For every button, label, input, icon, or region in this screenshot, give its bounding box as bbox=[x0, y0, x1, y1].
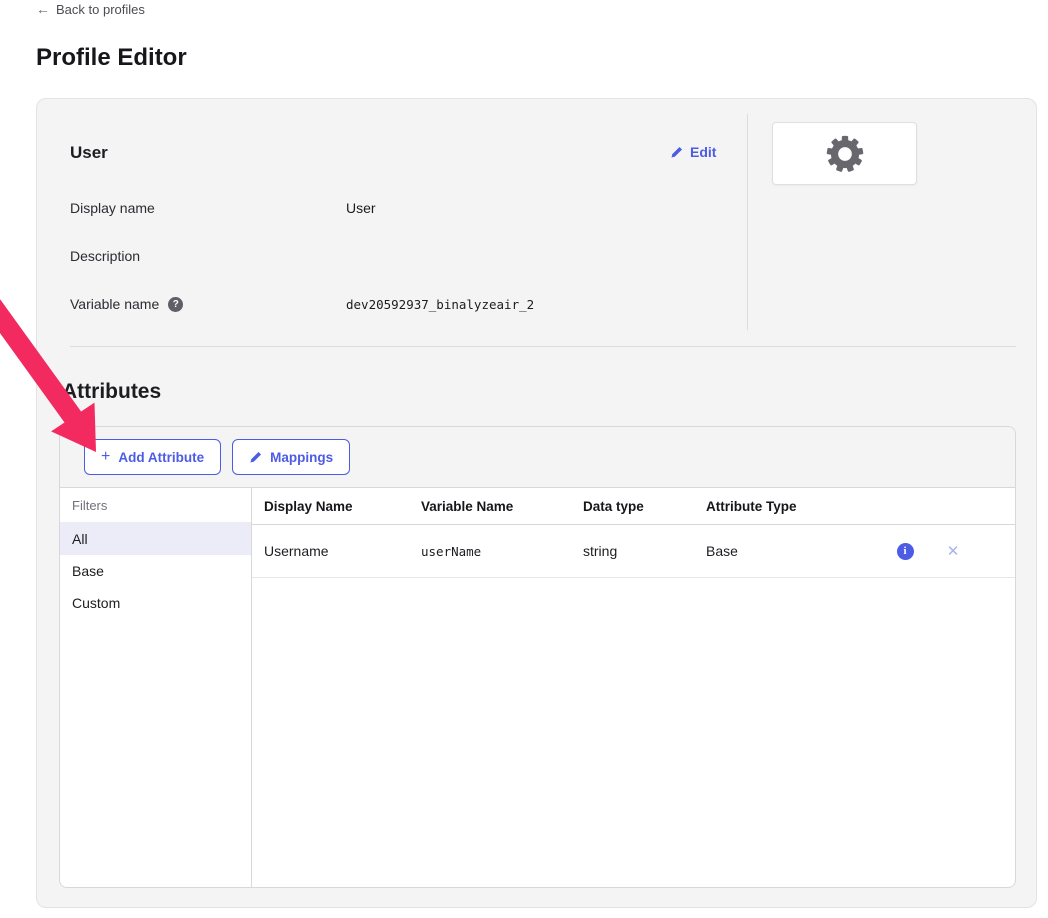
cell-display-name: Username bbox=[264, 543, 421, 559]
add-attribute-label: Add Attribute bbox=[118, 450, 204, 465]
description-row: Description bbox=[70, 248, 534, 264]
plus-icon: + bbox=[101, 449, 110, 465]
mappings-pencil-icon bbox=[249, 451, 262, 464]
attributes-toolbar: + Add Attribute Mappings bbox=[60, 427, 1015, 488]
add-attribute-button[interactable]: + Add Attribute bbox=[84, 439, 221, 475]
back-to-profiles-link[interactable]: ← Back to profiles bbox=[36, 1, 145, 17]
attributes-section-title: Attributes bbox=[62, 380, 161, 404]
edit-pencil-icon bbox=[670, 146, 683, 159]
column-header-display-name: Display Name bbox=[264, 499, 421, 514]
page-title: Profile Editor bbox=[36, 44, 187, 72]
display-name-label: Display name bbox=[70, 200, 346, 216]
back-arrow-icon: ← bbox=[36, 1, 50, 17]
table-header-row: Display Name Variable Name Data type Att… bbox=[252, 488, 1015, 525]
display-name-value: User bbox=[346, 200, 376, 216]
display-name-label-text: Display name bbox=[70, 200, 155, 216]
info-icon[interactable]: i bbox=[897, 543, 914, 560]
attributes-body: Filters All Base Custom Display Name Var… bbox=[60, 488, 1015, 887]
filter-item-all[interactable]: All bbox=[60, 523, 251, 555]
filters-sidebar: Filters All Base Custom bbox=[60, 488, 252, 887]
vertical-divider bbox=[747, 114, 748, 330]
mappings-button[interactable]: Mappings bbox=[232, 439, 350, 475]
cell-attribute-type: Base bbox=[706, 543, 881, 559]
cell-data-type: string bbox=[583, 543, 706, 559]
help-icon[interactable]: ? bbox=[168, 297, 183, 312]
column-header-data-type: Data type bbox=[583, 499, 706, 514]
profile-editor-card: User Edit Display name bbox=[36, 98, 1037, 908]
edit-button-label: Edit bbox=[690, 144, 716, 160]
back-link-label: Back to profiles bbox=[56, 2, 145, 17]
filter-item-custom[interactable]: Custom bbox=[60, 587, 251, 619]
gear-icon bbox=[825, 134, 865, 174]
user-section-title: User bbox=[70, 143, 108, 163]
cell-variable-name: userName bbox=[421, 544, 583, 559]
profile-type-icon-box bbox=[772, 122, 917, 185]
description-label-text: Description bbox=[70, 248, 140, 264]
variable-name-label-text: Variable name bbox=[70, 296, 159, 312]
variable-name-row: Variable name ? dev20592937_binalyzeair_… bbox=[70, 296, 534, 312]
edit-button[interactable]: Edit bbox=[670, 144, 716, 160]
filters-title: Filters bbox=[60, 488, 251, 523]
filter-item-base[interactable]: Base bbox=[60, 555, 251, 587]
description-label: Description bbox=[70, 248, 346, 264]
display-name-row: Display name User bbox=[70, 200, 534, 216]
horizontal-divider bbox=[70, 346, 1016, 347]
variable-name-value: dev20592937_binalyzeair_2 bbox=[346, 297, 534, 312]
mappings-label: Mappings bbox=[270, 450, 333, 465]
column-header-attribute-type: Attribute Type bbox=[706, 499, 1015, 514]
attributes-panel: + Add Attribute Mappings Filters All Bas… bbox=[59, 426, 1016, 888]
table-row: Username userName string Base i ✕ bbox=[252, 525, 1015, 578]
attributes-table: Display Name Variable Name Data type Att… bbox=[252, 488, 1015, 887]
column-header-variable-name: Variable Name bbox=[421, 499, 583, 514]
variable-name-label: Variable name ? bbox=[70, 296, 346, 312]
delete-attribute-icon[interactable]: ✕ bbox=[947, 542, 960, 560]
user-fields: Display name User Description Variable n… bbox=[70, 200, 534, 344]
